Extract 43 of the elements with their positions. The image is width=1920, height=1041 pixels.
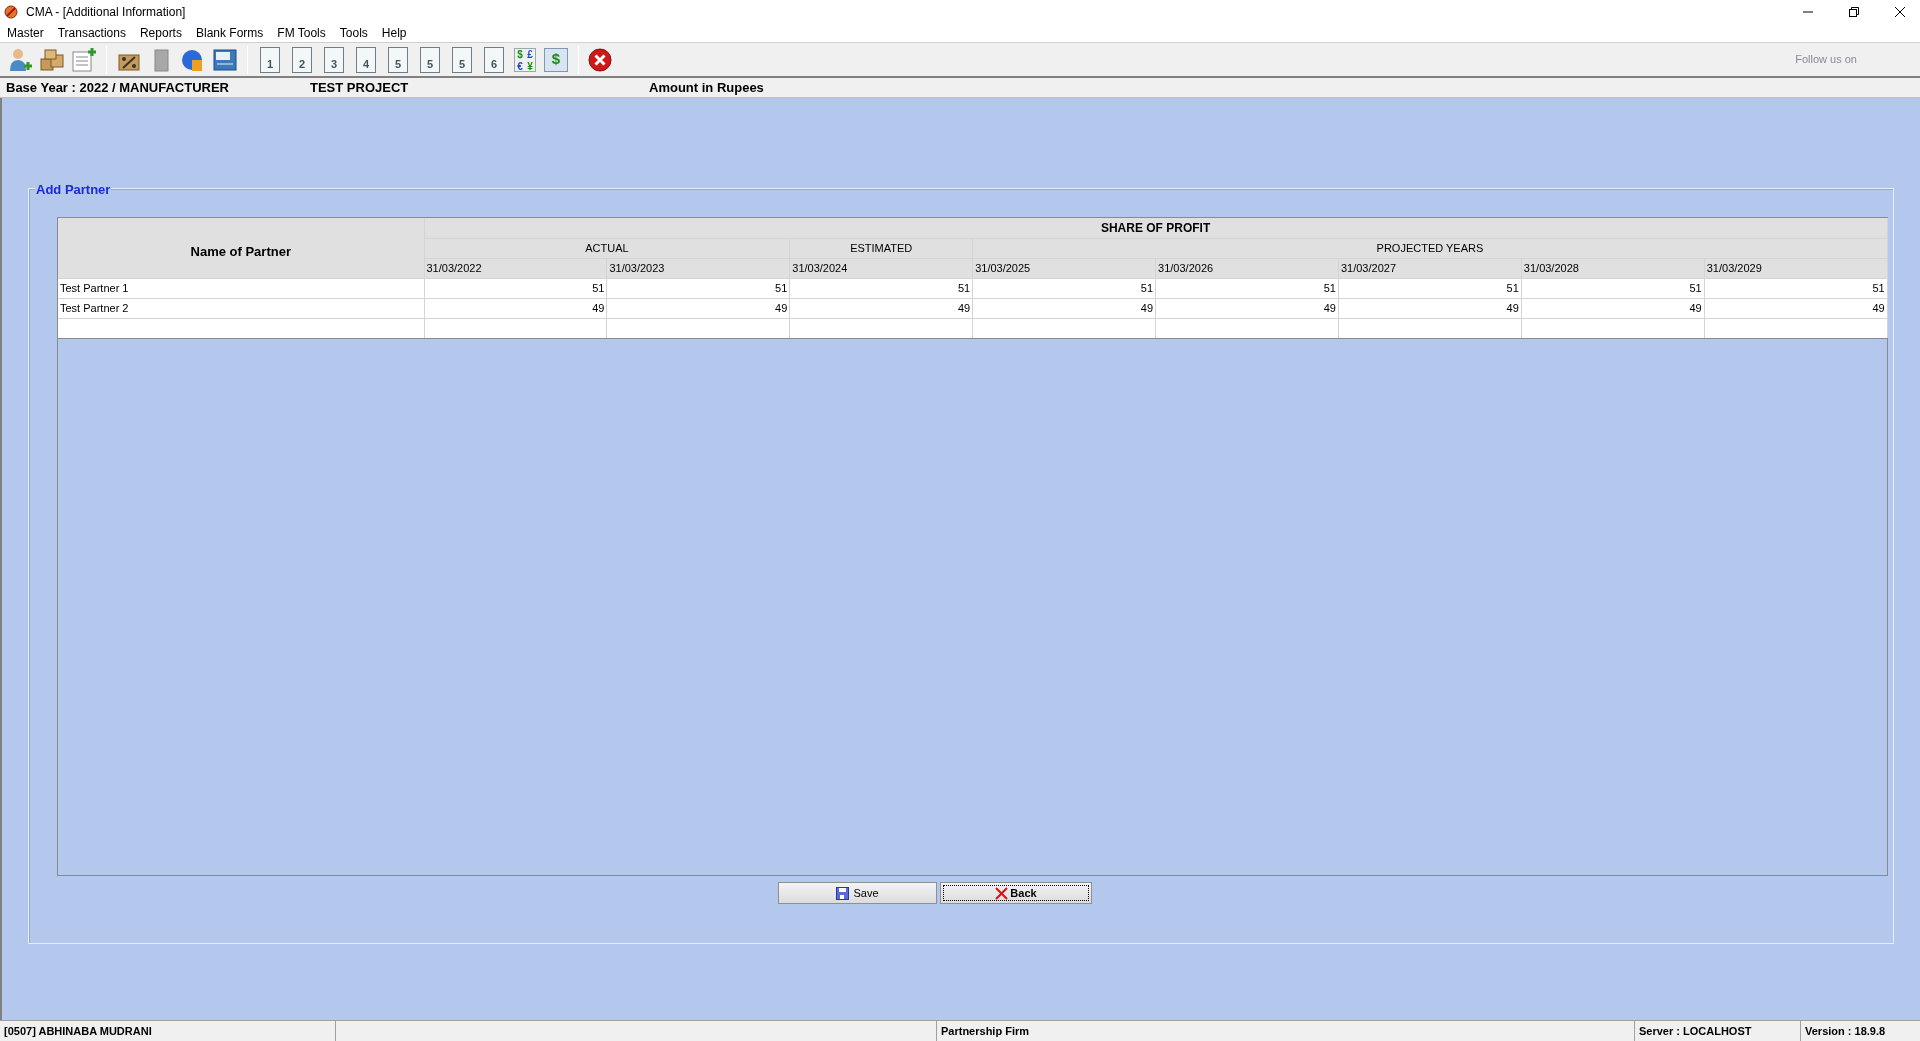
- project-name: TEST PROJECT: [310, 78, 410, 97]
- menu-item[interactable]: Transactions: [57, 24, 126, 42]
- status-user: [0507] ABHINABA MUDRANI: [0, 1021, 336, 1041]
- column-group-header: ACTUAL: [424, 238, 790, 258]
- status-firm-type: Partnership Firm: [937, 1021, 1635, 1041]
- follow-us-text: Follow us on: [1795, 52, 1857, 68]
- menu-item[interactable]: Master: [7, 24, 44, 42]
- page-number-icon[interactable]: 2: [292, 46, 312, 73]
- page-number-icon[interactable]: 1: [260, 46, 280, 73]
- status-version: Version : 18.9.8: [1804, 1023, 1887, 1039]
- currency-icon[interactable]: $ £ € ¥: [514, 47, 536, 72]
- restore-icon[interactable]: [1848, 6, 1860, 18]
- menu-item[interactable]: Reports: [139, 24, 182, 42]
- page-number-icon[interactable]: 5: [452, 46, 472, 73]
- base-year-label: Base Year : 2022 / MANUFACTURER: [6, 78, 230, 97]
- balance-sheet-icon[interactable]: [212, 46, 238, 73]
- cross-icon: [995, 886, 1009, 900]
- page-number-icon[interactable]: 4: [356, 46, 376, 73]
- save-button[interactable]: Save: [778, 882, 937, 904]
- list-add-icon[interactable]: [71, 46, 97, 73]
- app-logo-icon: [4, 5, 18, 19]
- page-number-icon[interactable]: 5: [420, 46, 440, 73]
- menu-item[interactable]: FM Tools: [277, 24, 326, 42]
- window-title: CMA - [Additional Information]: [26, 4, 186, 21]
- exit-icon[interactable]: [588, 47, 612, 72]
- page-number-icon[interactable]: 5: [388, 46, 408, 73]
- table-cell: Test Partner 2: [58, 298, 424, 318]
- status-server: Server : LOCALHOST: [1635, 1021, 1801, 1041]
- user-add-icon[interactable]: [7, 46, 33, 73]
- column-group-header: PROJECTED YEARS: [972, 238, 1888, 258]
- close-icon[interactable]: [1894, 6, 1906, 18]
- column-header: Name of Partner: [58, 218, 424, 278]
- boxes-icon[interactable]: [39, 46, 65, 73]
- page-number-icon[interactable]: 6: [484, 46, 504, 73]
- back-button[interactable]: Back: [940, 882, 1092, 904]
- menu-item[interactable]: Help: [381, 24, 407, 42]
- dollar-icon[interactable]: $: [544, 47, 568, 72]
- menu-item[interactable]: Blank Forms: [195, 24, 264, 42]
- page-number-icon[interactable]: 3: [324, 46, 344, 73]
- menu-item[interactable]: Tools: [339, 24, 368, 42]
- column-group-header: SHARE OF PROFIT: [424, 218, 1888, 238]
- amount-unit-label: Amount in Rupees: [649, 78, 764, 97]
- table-cell: Test Partner 1: [58, 278, 424, 298]
